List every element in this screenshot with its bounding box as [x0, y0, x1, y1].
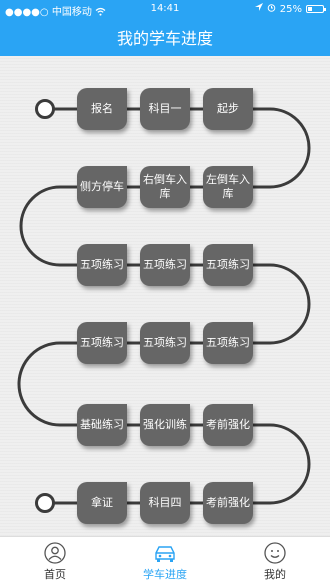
- step-node[interactable]: 考前强化: [203, 482, 253, 524]
- alarm-icon: [267, 3, 276, 15]
- step-node[interactable]: 五项练习: [140, 322, 190, 364]
- step-node[interactable]: 起步: [203, 88, 253, 130]
- tab-progress-label: 学车进度: [143, 568, 187, 581]
- status-bar: ●●●●○ 中国移动 14:41 25%: [0, 0, 330, 18]
- step-node[interactable]: 五项练习: [77, 322, 127, 364]
- location-icon: [254, 3, 263, 15]
- step-node[interactable]: 基础练习: [77, 404, 127, 446]
- step-node[interactable]: 强化训练: [140, 404, 190, 446]
- progress-map: 报名 科目一 起步 侧方停车 右倒车入库 左倒车入库 五项练习 五项练习 五项练…: [0, 56, 330, 536]
- tab-home-label: 首页: [44, 568, 66, 581]
- step-node[interactable]: 五项练习: [140, 244, 190, 286]
- tab-bar: 首页 学车进度 我的: [0, 536, 330, 587]
- step-node[interactable]: 侧方停车: [77, 166, 127, 208]
- user-icon: [264, 542, 286, 564]
- tab-mine[interactable]: 我的: [220, 537, 330, 587]
- step-node[interactable]: 考前强化: [203, 404, 253, 446]
- end-marker: [35, 493, 55, 513]
- step-node[interactable]: 五项练习: [203, 322, 253, 364]
- tab-progress[interactable]: 学车进度: [110, 537, 220, 587]
- step-node[interactable]: 拿证: [77, 482, 127, 524]
- step-node[interactable]: 报名: [77, 88, 127, 130]
- tab-mine-label: 我的: [264, 568, 286, 581]
- step-node[interactable]: 科目四: [140, 482, 190, 524]
- step-node[interactable]: 科目一: [140, 88, 190, 130]
- tab-home[interactable]: 首页: [0, 537, 110, 587]
- start-marker: [35, 99, 55, 119]
- step-node[interactable]: 左倒车入库: [203, 166, 253, 208]
- step-node[interactable]: 五项练习: [203, 244, 253, 286]
- page-title: 我的学车进度: [116, 29, 213, 48]
- header: 我的学车进度: [0, 18, 330, 56]
- car-icon: [152, 542, 178, 564]
- battery-percent: 25%: [279, 3, 302, 15]
- home-icon: [44, 542, 66, 564]
- battery-icon: [306, 5, 326, 13]
- status-right: 25%: [254, 3, 326, 15]
- step-node[interactable]: 五项练习: [77, 244, 127, 286]
- step-node[interactable]: 右倒车入库: [140, 166, 190, 208]
